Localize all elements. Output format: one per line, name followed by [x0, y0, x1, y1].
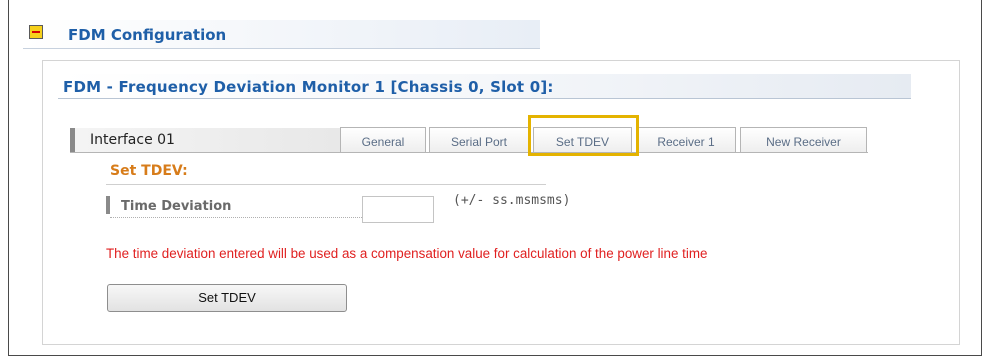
time-deviation-input[interactable]: [362, 196, 434, 223]
tabs-baseline: [70, 152, 868, 153]
time-deviation-label: Time Deviation: [121, 199, 232, 214]
set-tdev-button[interactable]: Set TDEV: [107, 284, 347, 312]
field-underline: [110, 217, 368, 218]
tab-serial-port[interactable]: Serial Port: [429, 127, 529, 152]
minus-box-icon[interactable]: [29, 25, 43, 39]
compensation-note: The time deviation entered will be used …: [106, 246, 708, 261]
form-heading: Set TDEV:: [110, 163, 188, 179]
section-title: FDM Configuration: [68, 26, 227, 44]
tab-general[interactable]: General: [340, 127, 426, 152]
tab-new-receiver[interactable]: New Receiver: [740, 127, 867, 152]
selected-tab-highlight: [528, 115, 639, 156]
interface-label: Interface 01: [90, 132, 175, 148]
heading-divider: [106, 184, 546, 185]
time-deviation-format-hint: (+/- ss.msmsms): [453, 193, 571, 208]
panel-title: FDM - Frequency Deviation Monitor 1 [Cha…: [63, 78, 554, 96]
tab-receiver-1[interactable]: Receiver 1: [636, 127, 736, 152]
field-marker: [106, 196, 110, 214]
